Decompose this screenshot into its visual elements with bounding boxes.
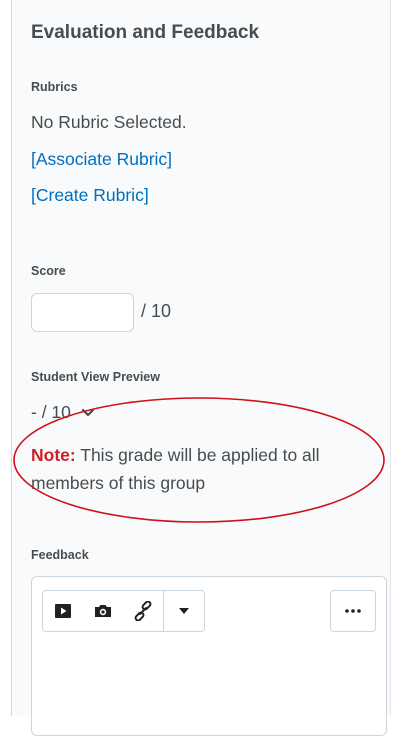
rubric-status: No Rubric Selected.: [31, 112, 187, 132]
feedback-editor[interactable]: [31, 576, 387, 736]
panel-title: Evaluation and Feedback: [31, 22, 260, 43]
evaluation-panel: Evaluation and Feedback Rubrics No Rubri…: [11, 0, 391, 736]
annotation-ellipse: [13, 397, 385, 523]
more-options-button[interactable]: [330, 590, 376, 632]
ellipsis-icon: [345, 609, 361, 613]
video-icon: [55, 604, 71, 618]
score-out-of: / 10: [141, 301, 172, 321]
dropdown-caret-icon: [179, 608, 189, 614]
student-view-label: Student View Preview: [31, 370, 160, 384]
create-rubric-link[interactable]: [Create Rubric]: [31, 185, 149, 206]
feedback-toolbar: [42, 590, 205, 632]
camera-icon: [95, 605, 111, 617]
insert-video-button[interactable]: [43, 591, 83, 631]
rubrics-label: Rubrics: [31, 80, 78, 94]
score-label: Score: [31, 264, 66, 278]
toolbar-dropdown-button[interactable]: [164, 591, 204, 631]
associate-rubric-link[interactable]: [Associate Rubric]: [31, 149, 172, 170]
feedback-label: Feedback: [31, 548, 89, 562]
link-icon: [134, 601, 152, 621]
score-input[interactable]: [31, 293, 134, 332]
insert-link-button[interactable]: [123, 591, 163, 631]
insert-image-button[interactable]: [83, 591, 123, 631]
